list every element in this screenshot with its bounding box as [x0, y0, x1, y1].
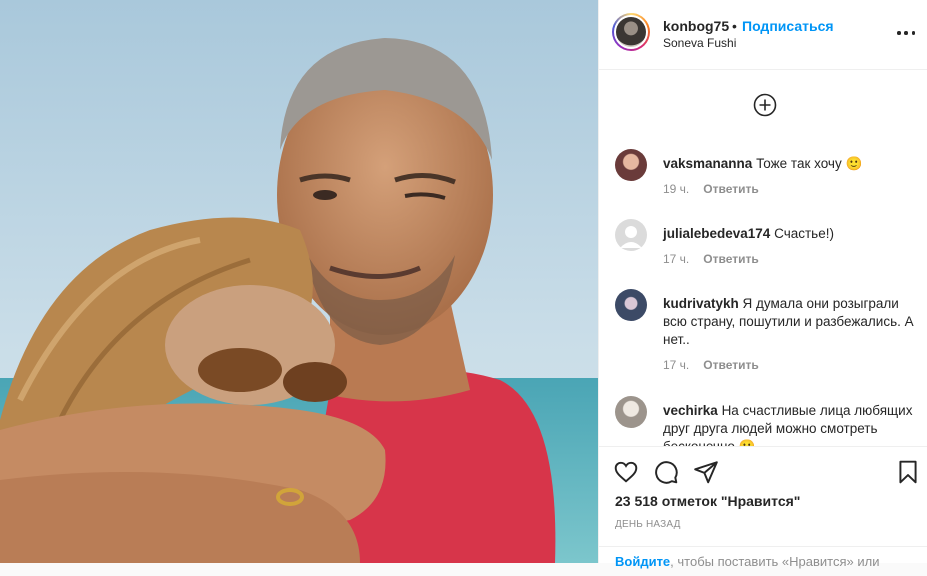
commenter-avatar[interactable]	[615, 396, 647, 428]
heart-icon[interactable]	[613, 459, 639, 485]
follow-button[interactable]: Подписаться	[742, 18, 834, 34]
commenter-avatar[interactable]	[615, 149, 647, 181]
reply-button[interactable]: Ответить	[703, 358, 758, 372]
login-prompt-text: , чтобы поставить «Нравится» или	[670, 554, 880, 569]
comment-text: Счастье!)	[774, 226, 834, 241]
post-date: ДЕНЬ НАЗАД	[615, 519, 681, 530]
comment-time: 17 ч.	[663, 358, 690, 372]
more-options-icon[interactable]	[897, 24, 915, 42]
share-icon[interactable]	[693, 459, 719, 485]
commenter-username[interactable]: vechirka	[663, 403, 718, 418]
post-header: konbog75 • Подписаться Soneva Fushi	[599, 0, 927, 70]
comment-time: 19 ч.	[663, 182, 690, 196]
plus-circle-icon[interactable]	[753, 93, 777, 117]
post-actions: 23 518 отметок "Нравится" ДЕНЬ НАЗАД Вой…	[599, 446, 927, 569]
default-avatar-icon	[620, 226, 642, 248]
reply-button[interactable]: Ответить	[703, 252, 758, 266]
post-location[interactable]: Soneva Fushi	[663, 36, 736, 50]
author-avatar[interactable]	[612, 13, 650, 51]
comments-list[interactable]: vaksmananna Тоже так хочу 🙂 19 ч. Ответит…	[599, 71, 927, 446]
commenter-username[interactable]: vaksmananna	[663, 156, 752, 171]
separator-dot: •	[732, 18, 737, 34]
post-sidebar: konbog75 • Подписаться Soneva Fushi vaks…	[598, 0, 927, 569]
comment-time: 17 ч.	[663, 252, 690, 266]
commenter-avatar[interactable]	[615, 289, 647, 321]
commenter-avatar[interactable]	[615, 219, 647, 251]
post-photo-image	[0, 0, 598, 563]
post-photo[interactable]	[0, 0, 598, 563]
login-link[interactable]: Войдите	[615, 554, 670, 569]
author-username[interactable]: konbog75	[663, 18, 729, 34]
post-dialog: konbog75 • Подписаться Soneva Fushi vaks…	[0, 0, 927, 569]
bookmark-icon[interactable]	[895, 459, 921, 485]
commenter-username[interactable]: kudrivatykh	[663, 296, 739, 311]
commenter-username[interactable]: julialebedeva174	[663, 226, 770, 241]
comment-text: Тоже так хочу 🙂	[756, 156, 863, 171]
comment-icon[interactable]	[653, 459, 679, 485]
login-prompt: Войдите, чтобы поставить «Нравится» или	[599, 546, 927, 576]
likes-count[interactable]: 23 518 отметок "Нравится"	[615, 493, 800, 509]
reply-button[interactable]: Ответить	[703, 182, 758, 196]
